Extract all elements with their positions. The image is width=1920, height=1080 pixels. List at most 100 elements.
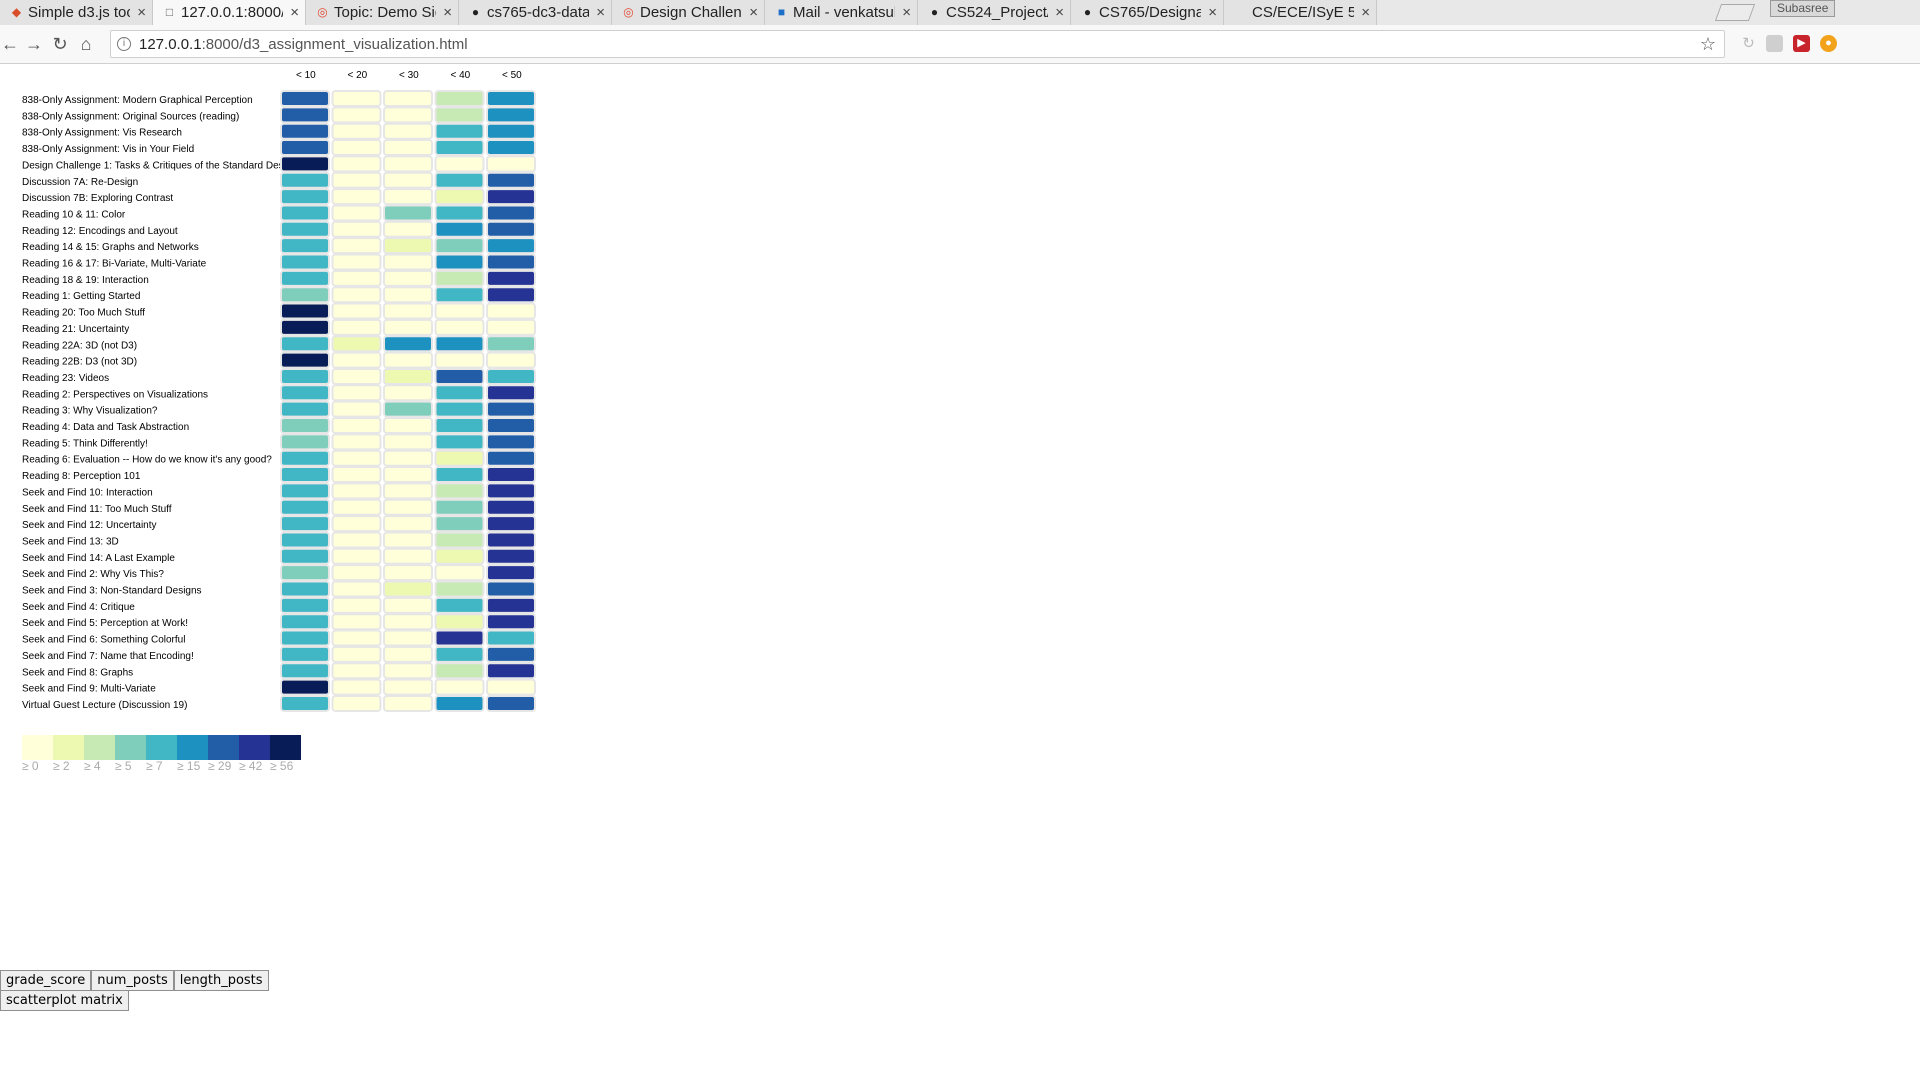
heatmap-cell[interactable] [280, 515, 330, 533]
heatmap-cell[interactable] [383, 384, 433, 402]
heatmap-cell[interactable] [486, 678, 536, 696]
heatmap-cell[interactable] [486, 220, 536, 238]
heatmap-cell[interactable] [331, 286, 382, 304]
heatmap-cell[interactable] [486, 335, 536, 353]
heatmap-cell[interactable] [331, 171, 382, 189]
heatmap-cell[interactable] [280, 286, 330, 304]
heatmap-cell[interactable] [434, 318, 485, 336]
heatmap-cell[interactable] [434, 629, 485, 647]
heatmap-cell[interactable] [434, 531, 485, 549]
heatmap-cell[interactable] [280, 155, 330, 173]
heatmap-cell[interactable] [331, 302, 382, 320]
heatmap-cell[interactable] [280, 220, 330, 238]
grade-score-button[interactable]: grade_score [0, 970, 92, 991]
heatmap-cell[interactable] [434, 269, 485, 287]
heatmap-cell[interactable] [383, 482, 433, 500]
heatmap-cell[interactable] [383, 122, 433, 140]
heatmap-cell[interactable] [383, 564, 433, 582]
heatmap-cell[interactable] [331, 237, 382, 255]
refresh-extension-icon[interactable]: ↻ [1740, 35, 1757, 52]
heatmap-cell[interactable] [331, 678, 382, 696]
heatmap-cell[interactable] [280, 417, 330, 434]
heatmap-cell[interactable] [280, 188, 330, 206]
heatmap-cell[interactable] [486, 580, 536, 598]
heatmap-cell[interactable] [434, 384, 485, 402]
heatmap-cell[interactable] [331, 188, 382, 206]
heatmap-cell[interactable] [280, 564, 330, 582]
heatmap-cell[interactable] [434, 645, 485, 663]
heatmap-cell[interactable] [486, 564, 536, 582]
heatmap-cell[interactable] [486, 351, 536, 369]
heatmap-cell[interactable] [434, 580, 485, 598]
heatmap-cell[interactable] [434, 204, 485, 222]
heatmap-cell[interactable] [383, 547, 433, 565]
heatmap-cell[interactable] [331, 613, 382, 631]
heatmap-cell[interactable] [486, 515, 536, 533]
browser-tab[interactable]: ● CS524_Project/pro × [918, 0, 1071, 25]
heatmap-cell[interactable] [383, 139, 433, 157]
heatmap-cell[interactable] [331, 269, 382, 287]
heatmap-cell[interactable] [383, 694, 433, 712]
heatmap-cell[interactable] [486, 384, 536, 402]
heatmap-cell[interactable] [383, 367, 433, 385]
scatterplot-matrix-button[interactable]: scatterplot matrix [0, 990, 129, 1011]
heatmap-cell[interactable] [383, 351, 433, 369]
heatmap-cell[interactable] [434, 171, 485, 189]
heatmap-cell[interactable] [331, 564, 382, 582]
heatmap-cell[interactable] [280, 253, 330, 271]
heatmap-cell[interactable] [331, 466, 382, 484]
heatmap-cell[interactable] [434, 564, 485, 582]
heatmap-cell[interactable] [434, 302, 485, 320]
notification-extension-icon[interactable]: ● [1820, 35, 1837, 52]
heatmap-cell[interactable] [434, 547, 485, 565]
heatmap-cell[interactable] [331, 351, 382, 369]
heatmap-cell[interactable] [486, 694, 536, 712]
heatmap-cell[interactable] [280, 400, 330, 418]
heatmap-cell[interactable] [383, 188, 433, 206]
info-icon[interactable]: i [117, 37, 131, 51]
heatmap-cell[interactable] [434, 433, 485, 451]
heatmap-cell[interactable] [486, 139, 536, 157]
browser-tab[interactable]: □ 127.0.0.1:8000/d3_ × [153, 0, 306, 25]
heatmap-cell[interactable] [331, 417, 382, 434]
heatmap-cell[interactable] [486, 613, 536, 631]
heatmap-cell[interactable] [280, 269, 330, 287]
heatmap-cell[interactable] [434, 449, 485, 467]
heatmap-cell[interactable] [383, 269, 433, 287]
heatmap-cell[interactable] [331, 139, 382, 157]
heatmap-cell[interactable] [280, 613, 330, 631]
heatmap-cell[interactable] [331, 122, 382, 140]
heatmap-cell[interactable] [434, 106, 485, 124]
heatmap-cell[interactable] [383, 286, 433, 304]
heatmap-cell[interactable] [434, 613, 485, 631]
heatmap-cell[interactable] [331, 90, 382, 107]
heatmap-cell[interactable] [383, 204, 433, 222]
heatmap-cell[interactable] [486, 417, 536, 434]
length-posts-button[interactable]: length_posts [173, 970, 269, 991]
heatmap-cell[interactable] [331, 220, 382, 238]
heatmap-cell[interactable] [434, 335, 485, 353]
close-icon[interactable]: × [1361, 0, 1370, 25]
heatmap-cell[interactable] [486, 662, 536, 680]
heatmap-cell[interactable] [434, 482, 485, 500]
heatmap-cell[interactable] [434, 498, 485, 516]
heatmap-cell[interactable] [434, 155, 485, 173]
heatmap-cell[interactable] [280, 433, 330, 451]
heatmap-cell[interactable] [331, 449, 382, 467]
heatmap-cell[interactable] [383, 662, 433, 680]
heatmap-cell[interactable] [383, 220, 433, 238]
heatmap-cell[interactable] [331, 531, 382, 549]
heatmap-cell[interactable] [280, 318, 330, 336]
heatmap-cell[interactable] [434, 253, 485, 271]
browser-tab[interactable]: ◆ Simple d3.js tooltip × [0, 0, 153, 25]
heatmap-cell[interactable] [486, 253, 536, 271]
heatmap-cell[interactable] [331, 580, 382, 598]
heatmap-cell[interactable] [383, 515, 433, 533]
heatmap-cell[interactable] [486, 106, 536, 124]
heatmap-cell[interactable] [280, 335, 330, 353]
heatmap-cell[interactable] [383, 580, 433, 598]
heatmap-cell[interactable] [434, 90, 485, 107]
heatmap-cell[interactable] [383, 171, 433, 189]
heatmap-cell[interactable] [280, 694, 330, 712]
close-icon[interactable]: × [137, 0, 146, 25]
